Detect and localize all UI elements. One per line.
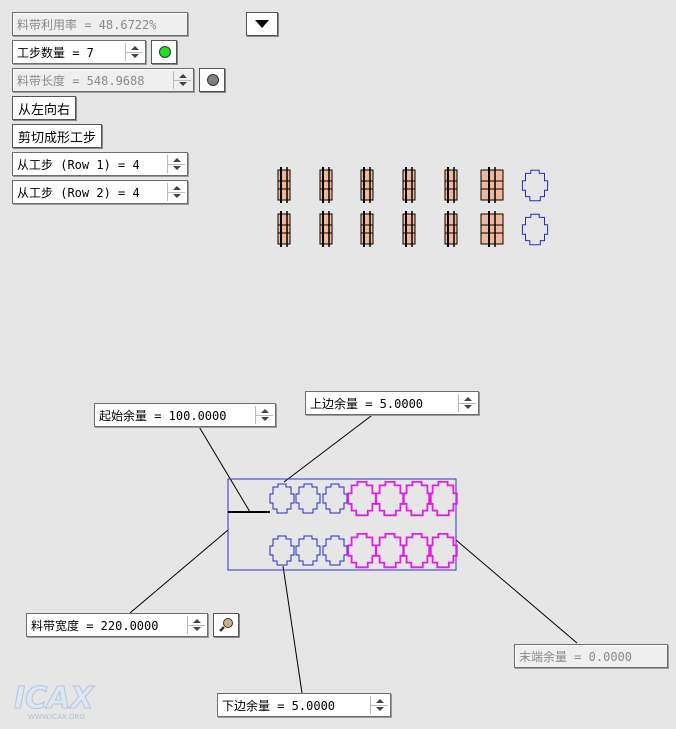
step-part xyxy=(480,211,504,247)
strip-width-spinner[interactable] xyxy=(187,616,205,634)
start-margin-label: 起始余量 = 100.0000 xyxy=(99,408,227,423)
start-margin-stepper[interactable]: 起始余量 = 100.0000 xyxy=(94,403,276,427)
end-margin-leader xyxy=(455,539,578,644)
strip-width-leader xyxy=(129,529,229,614)
step-part xyxy=(480,167,504,203)
wrench-icon xyxy=(219,618,233,632)
wrench-button[interactable] xyxy=(213,613,239,637)
step-part xyxy=(277,211,291,247)
bottom-margin-label: 下边余量 = 5.0000 xyxy=(222,698,336,713)
logo-text: ICAX xyxy=(14,681,95,716)
strip-part-outline xyxy=(322,535,348,566)
strip-part-outline xyxy=(269,535,295,566)
step-part xyxy=(360,211,374,247)
strip-part-formed xyxy=(347,481,377,517)
strip-part-formed xyxy=(428,533,458,569)
strip-part-outline xyxy=(295,483,321,514)
spin-down-icon[interactable] xyxy=(256,415,273,424)
step-part xyxy=(277,167,291,203)
strip-part-formed xyxy=(402,481,432,517)
strip-part-outline xyxy=(269,483,295,514)
start-margin-spinner[interactable] xyxy=(255,406,273,424)
step-part xyxy=(444,211,458,247)
top-margin-leader xyxy=(283,412,376,483)
strip-part-outline xyxy=(322,483,348,514)
spin-down-icon[interactable] xyxy=(188,625,205,634)
end-margin-field: 末端余量 = 0.0000 xyxy=(514,644,668,668)
bottom-margin-spinner[interactable] xyxy=(370,696,388,714)
top-margin-label: 上边余量 = 5.0000 xyxy=(310,396,424,411)
strip-part-formed xyxy=(402,533,432,569)
leader-lines xyxy=(129,412,578,694)
start-margin-leader xyxy=(197,424,251,513)
strip-outline xyxy=(227,478,457,571)
spin-down-icon[interactable] xyxy=(459,403,476,412)
strip-part-formed xyxy=(375,533,405,569)
logo-url: WWW.ICAX.ORG xyxy=(28,713,85,721)
bottom-margin-leader xyxy=(282,565,303,694)
strip-width-stepper[interactable]: 料带宽度 = 220.0000 xyxy=(26,613,208,637)
top-margin-stepper[interactable]: 上边余量 = 5.0000 xyxy=(305,391,479,415)
final-step-outline xyxy=(521,169,549,202)
strip-width-label: 料带宽度 = 220.0000 xyxy=(31,618,159,633)
step-part xyxy=(319,167,333,203)
step-part xyxy=(402,167,416,203)
icax-logo: ICAX WWW.ICAX.ORG xyxy=(10,680,130,722)
step-part xyxy=(360,167,374,203)
step-part xyxy=(319,211,333,247)
strip-part-formed xyxy=(375,481,405,517)
spin-down-icon[interactable] xyxy=(371,705,388,714)
progressive-steps-preview xyxy=(277,167,549,247)
end-margin-label: 末端余量 = 0.0000 xyxy=(519,649,633,664)
step-part xyxy=(444,167,458,203)
strip-parts xyxy=(269,481,458,569)
strip-part-formed xyxy=(428,481,458,517)
bottom-margin-stepper[interactable]: 下边余量 = 5.0000 xyxy=(217,693,391,717)
strip-part-formed xyxy=(347,533,377,569)
strip-part-outline xyxy=(295,535,321,566)
final-step-outline xyxy=(521,213,549,246)
top-margin-spinner[interactable] xyxy=(458,394,476,412)
step-part xyxy=(402,211,416,247)
